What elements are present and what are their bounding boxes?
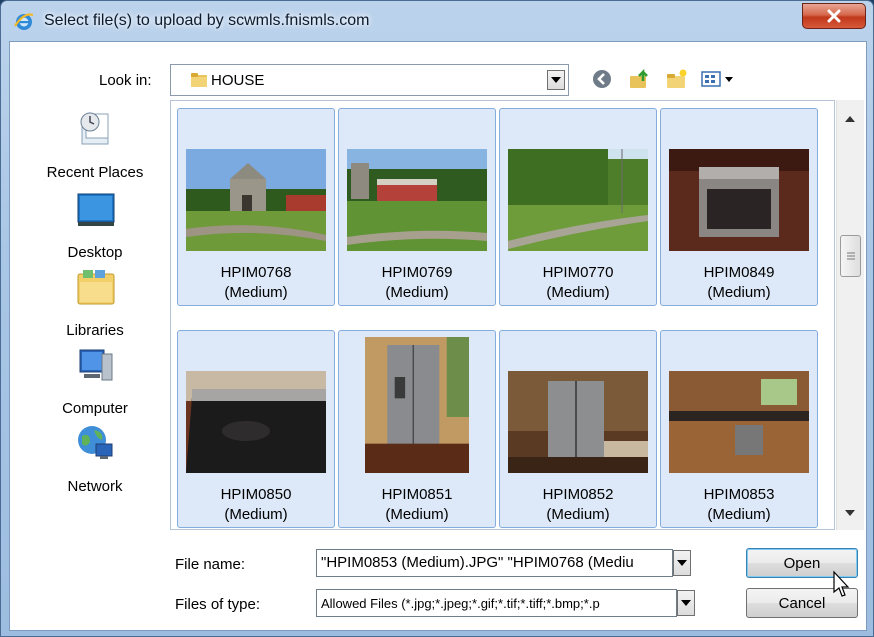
file-tile[interactable]: HPIM0768 (Medium) [177,108,335,306]
photo-stove-thumbnail [669,149,809,251]
recent-places-icon [80,112,109,145]
photo-fridge-room-thumbnail [508,371,648,473]
file-tile[interactable]: HPIM0770 (Medium) [499,108,657,306]
files-of-type-dropdown-button[interactable] [677,590,695,616]
file-tile[interactable]: HPIM0769 (Medium) [338,108,496,306]
close-button[interactable] [802,3,866,29]
file-tile[interactable]: HPIM0852 (Medium) [499,330,657,528]
places-bar: Recent Places Desktop Libraries Computer [30,108,160,528]
scrollbar-thumb[interactable] [840,235,861,277]
place-network[interactable]: Network [30,422,160,498]
look-in-dropdown-button[interactable] [547,70,565,90]
photo-cooktop-thumbnail [186,371,326,473]
file-list[interactable]: HPIM0768 (Medium) HPIM0769 (Medium) HPIM… [170,100,835,530]
place-label: Recent Places [46,164,144,181]
up-folder-icon[interactable] [628,67,652,91]
file-name: HPIM0852 (Medium) [542,486,614,523]
photo-fridge-thumbnail [365,337,469,473]
place-libraries[interactable]: Libraries [30,266,160,342]
folder-icon [191,73,207,87]
scroll-down-icon[interactable] [845,510,855,518]
file-name: HPIM0770 (Medium) [542,264,614,301]
file-name-dropdown-button[interactable] [673,550,691,576]
chevron-down-icon [551,77,561,83]
file-tile[interactable]: HPIM0851 (Medium) [338,330,496,528]
photo-kitchen-thumbnail [669,371,809,473]
vertical-scrollbar[interactable] [836,100,864,530]
internet-explorer-icon [14,13,34,30]
file-name-label: File name: [175,556,246,573]
place-label: Desktop [67,244,123,261]
network-icon [78,426,113,459]
files-of-type-label: Files of type: [175,596,261,613]
place-desktop[interactable]: Desktop [30,188,160,264]
new-folder-icon[interactable] [665,67,689,91]
close-icon [827,9,841,23]
look-in-combobox[interactable]: HOUSE [170,64,569,96]
file-tile[interactable]: HPIM0850 (Medium) [177,330,335,528]
window-title: Select file(s) to upload by scwmls.fnism… [44,12,370,29]
photo-field-thumbnail [508,149,648,251]
desktop-icon [77,193,115,226]
file-name: HPIM0850 (Medium) [220,486,292,523]
look-in-label: Look in: [99,72,152,89]
title-bar[interactable]: Select file(s) to upload by scwmls.fnism… [1,1,873,41]
file-tile[interactable]: HPIM0853 (Medium) [660,330,818,528]
files-of-type-select[interactable]: Allowed Files (*.jpg;*.jpeg;*.gif;*.tif;… [316,589,677,617]
file-name-input[interactable]: "HPIM0853 (Medium).JPG" "HPIM0768 (Mediu [316,549,673,577]
place-label: Network [67,478,123,495]
grip-icon [847,252,855,260]
place-label: Computer [62,400,128,417]
file-name: HPIM0853 (Medium) [703,486,775,523]
mouse-cursor-icon [833,570,850,597]
photo-barn-thumbnail [186,149,326,251]
file-tile[interactable]: HPIM0849 (Medium) [660,108,818,306]
chevron-down-icon [681,600,691,606]
place-computer[interactable]: Computer [30,344,160,420]
view-menu-icon [701,71,733,87]
scroll-up-icon[interactable] [845,114,855,122]
view-menu-button[interactable] [700,67,736,91]
look-in-value: HOUSE [211,72,265,89]
file-name: HPIM0768 (Medium) [220,264,292,301]
photo-shed-thumbnail [347,149,487,251]
place-recent-places[interactable]: Recent Places [30,108,160,184]
computer-icon [79,349,113,381]
libraries-icon [77,270,115,305]
chevron-down-icon [677,560,687,566]
place-label: Libraries [66,322,124,339]
back-icon[interactable] [590,67,614,91]
file-name: HPIM0849 (Medium) [703,264,775,301]
file-name: HPIM0769 (Medium) [381,264,453,301]
file-name: HPIM0851 (Medium) [381,486,453,523]
